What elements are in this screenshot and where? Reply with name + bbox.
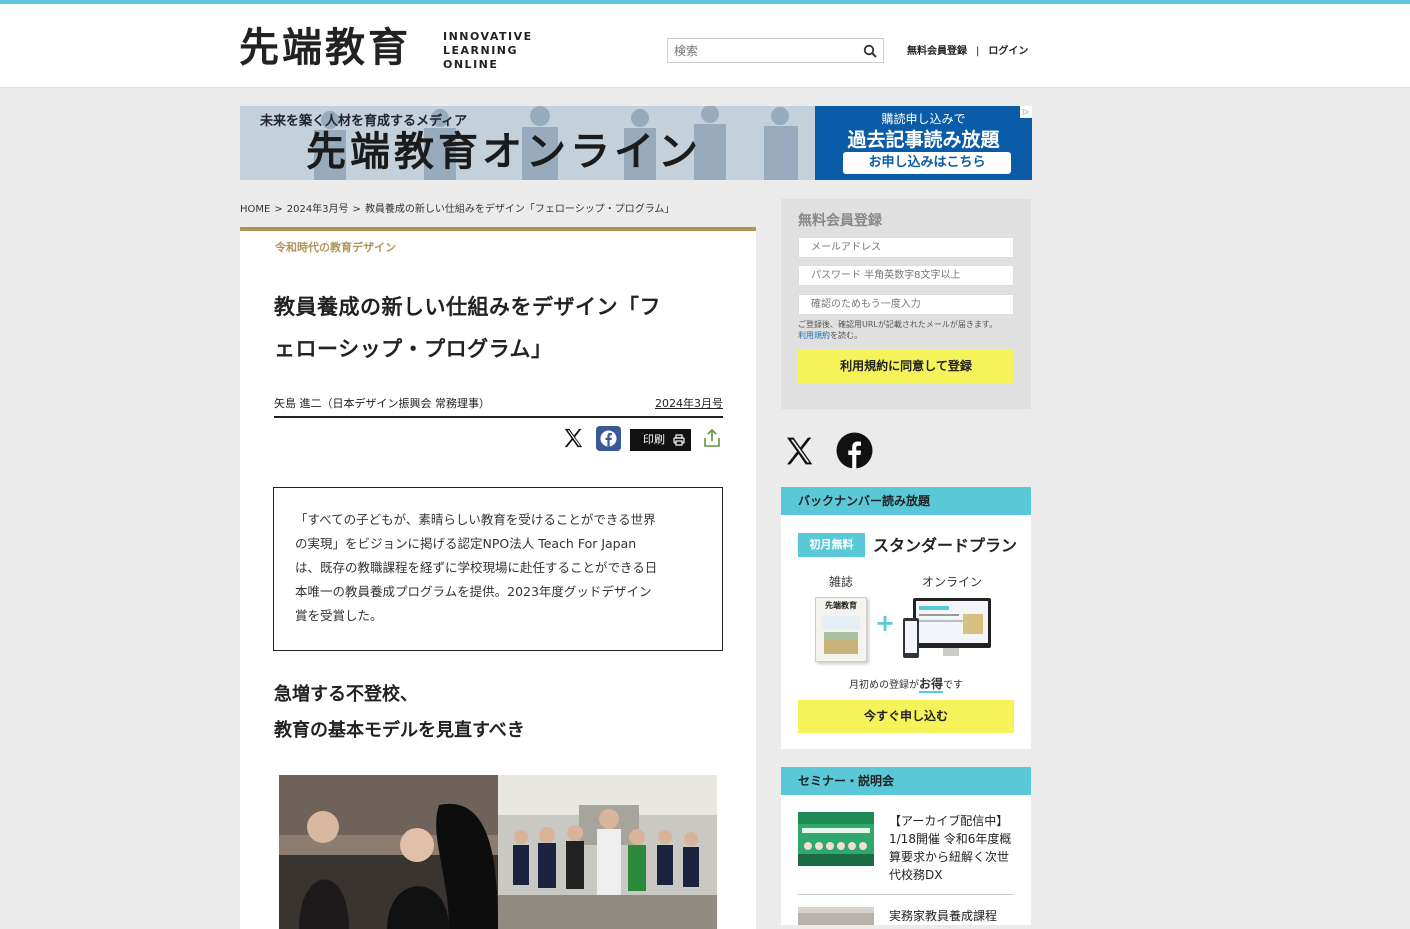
breadcrumb-current: 教員養成の新しい仕組みをデザイン「フェローシップ・プログラム」: [364, 204, 675, 215]
note-emphasis: お得: [918, 677, 943, 693]
email-field[interactable]: メールアドレス: [798, 237, 1014, 258]
article-title: 教員養成の新しい仕組みをデザイン「フ ェローシップ・プログラム」: [274, 286, 734, 370]
breadcrumb-home[interactable]: HOME: [240, 204, 270, 215]
print-label: 印刷: [643, 433, 665, 446]
apply-now-button[interactable]: 今すぐ申し込む: [798, 700, 1014, 733]
article-author: 矢島 進二（日本デザイン振興会 常務理事）: [274, 397, 490, 410]
article-divider: [274, 416, 723, 418]
logo-subtitle: INNOVATIVE LEARNING ONLINE: [443, 30, 533, 72]
lead-line: 「すべての子どもが、素晴らしい教育を受けることができる世界: [295, 512, 656, 527]
password-field[interactable]: パスワード 半角英数字8文字以上: [798, 265, 1014, 286]
login-link[interactable]: ログイン: [988, 46, 1028, 57]
print-button[interactable]: 印刷: [630, 429, 691, 451]
section-heading: 急増する不登校、 教育の基本モデルを見直すべき: [274, 677, 525, 749]
online-label: オンライン: [922, 575, 983, 589]
breadcrumb: HOME >2024年3月号 > 教員養成の新しい仕組みをデザイン「フェローシップ・プ…: [240, 200, 678, 215]
banner-apply-button[interactable]: お申し込みはこちら: [843, 152, 1011, 174]
terms-suffix: を読む。: [830, 331, 862, 340]
online-devices-image: [903, 598, 991, 658]
seminar-item[interactable]: 実務家教員養成課程: [798, 907, 1014, 925]
lead-line: の実現」をビジョンに掲げる認定NPO法人 Teach For Japan: [295, 536, 637, 551]
section-heading-line: 教育の基本モデルを見直すべき: [274, 720, 525, 741]
article-category[interactable]: 令和時代の教育デザイン: [275, 239, 396, 255]
article-issue-link[interactable]: 2024年3月号: [655, 395, 723, 411]
banner-tagline: 未来を築く人材を育成するメディア: [260, 114, 468, 129]
logo-subtitle-line: LEARNING: [443, 44, 519, 57]
breadcrumb-separator: >: [274, 204, 283, 215]
register-submit-button[interactable]: 利用規約に同意して登録: [798, 349, 1014, 383]
lead-line: は、既存の教職課程を経ずに学校現場に赴任することができる日: [295, 560, 658, 575]
magazine-label: 雑誌: [829, 575, 854, 589]
backnumber-heading: バックナンバー読み放題: [781, 487, 1031, 515]
subscription-banner[interactable]: 未来を築く人材を育成するメディア 先端教育オンライン 購読申し込みで 過去記事読…: [240, 106, 1032, 180]
section-heading-line: 急増する不登校、: [274, 684, 418, 705]
share-upload-icon[interactable]: [702, 428, 722, 448]
backnumber-widget: バックナンバー読み放題 初月無料 スタンダードプラン 雑誌 オンライン 先端教育…: [781, 487, 1031, 749]
ad-info-icon[interactable]: ▷: [1020, 106, 1032, 118]
breadcrumb-separator: >: [352, 204, 361, 215]
logo-subtitle-line: ONLINE: [443, 58, 499, 71]
seminar-widget: セミナー・説明会 【アーカイブ配信中】1/18開催 令和6年度概算要求から紐解く…: [781, 767, 1031, 925]
note-prefix: 月初めの登録が: [848, 680, 919, 691]
facebook-follow-icon[interactable]: [836, 432, 873, 469]
banner-cta-line2: 過去記事読み放題: [847, 129, 1000, 151]
banner-cta-panel: 購読申し込みで 過去記事読み放題 お申し込みはこちら: [815, 106, 1032, 180]
seminar-thumbnail: [798, 812, 874, 866]
site-logo[interactable]: 先端教育: [239, 26, 411, 70]
registration-panel: 無料会員登録 メールアドレス パスワード 半角英数字8文字以上 確認のためもう一…: [781, 199, 1031, 409]
search-input[interactable]: [668, 39, 856, 63]
breadcrumb-issue[interactable]: 2024年3月号: [287, 204, 349, 215]
free-first-month-badge: 初月無料: [798, 533, 865, 557]
register-link[interactable]: 無料会員登録: [907, 46, 967, 57]
seminar-thumbnail: [798, 907, 874, 925]
password-confirm-field[interactable]: 確認のためもう一度入力: [798, 294, 1014, 315]
facebook-share-icon[interactable]: [596, 426, 621, 451]
article-lead-box: 「すべての子どもが、素晴らしい教育を受けることができる世界 の実現」をビジョンに…: [273, 487, 723, 651]
article-card: 令和時代の教育デザイン 教員養成の新しい仕組みをデザイン「フ ェローシップ・プロ…: [240, 227, 756, 929]
site-header: 先端教育 INNOVATIVE LEARNING ONLINE 無料会員登録 | ロ…: [0, 4, 1410, 88]
seminar-heading: セミナー・説明会: [781, 767, 1031, 795]
search-box: [667, 38, 884, 63]
seminar-title[interactable]: 【アーカイブ配信中】1/18開催 令和6年度概算要求から紐解く次世代校務DX: [889, 812, 1017, 884]
x-follow-icon[interactable]: [783, 435, 815, 467]
registration-note-text: ご登録後、確認用URLが記載されたメールが届きます。: [798, 320, 998, 329]
banner-title: 先端教育オンライン: [306, 129, 702, 175]
logo-subtitle-line: INNOVATIVE: [443, 30, 533, 43]
printer-icon: [673, 434, 685, 446]
registration-note: ご登録後、確認用URLが記載されたメールが届きます。 利用規約を読む。: [798, 319, 1014, 341]
article-title-line: ェローシップ・プログラム」: [274, 337, 553, 361]
article-photo: [279, 775, 717, 929]
registration-title: 無料会員登録: [798, 213, 882, 229]
note-suffix: です: [943, 680, 963, 691]
first-month-note: 月初めの登録がお得です: [781, 675, 1031, 693]
plus-icon: +: [875, 609, 896, 637]
magazine-cover-image: 先端教育: [815, 597, 867, 662]
header-links: 無料会員登録 | ログイン: [907, 42, 1028, 57]
plan-name: スタンダードプラン: [873, 536, 1018, 555]
header-separator: |: [976, 46, 980, 57]
seminar-title[interactable]: 実務家教員養成課程: [889, 907, 1017, 925]
seminar-item[interactable]: 【アーカイブ配信中】1/18開催 令和6年度概算要求から紐解く次世代校務DX: [798, 812, 1014, 895]
terms-link[interactable]: 利用規約: [798, 331, 830, 340]
svg-text:先端教育: 先端教育: [825, 600, 857, 610]
x-share-icon[interactable]: [562, 427, 584, 449]
search-icon[interactable]: [863, 44, 877, 58]
lead-line: 賞を受賞した。: [295, 608, 383, 623]
article-title-line: 教員養成の新しい仕組みをデザイン「フ: [274, 295, 661, 319]
lead-line: 本唯一の教員養成プログラムを提供。2023年度グッドデザイン: [295, 584, 652, 599]
